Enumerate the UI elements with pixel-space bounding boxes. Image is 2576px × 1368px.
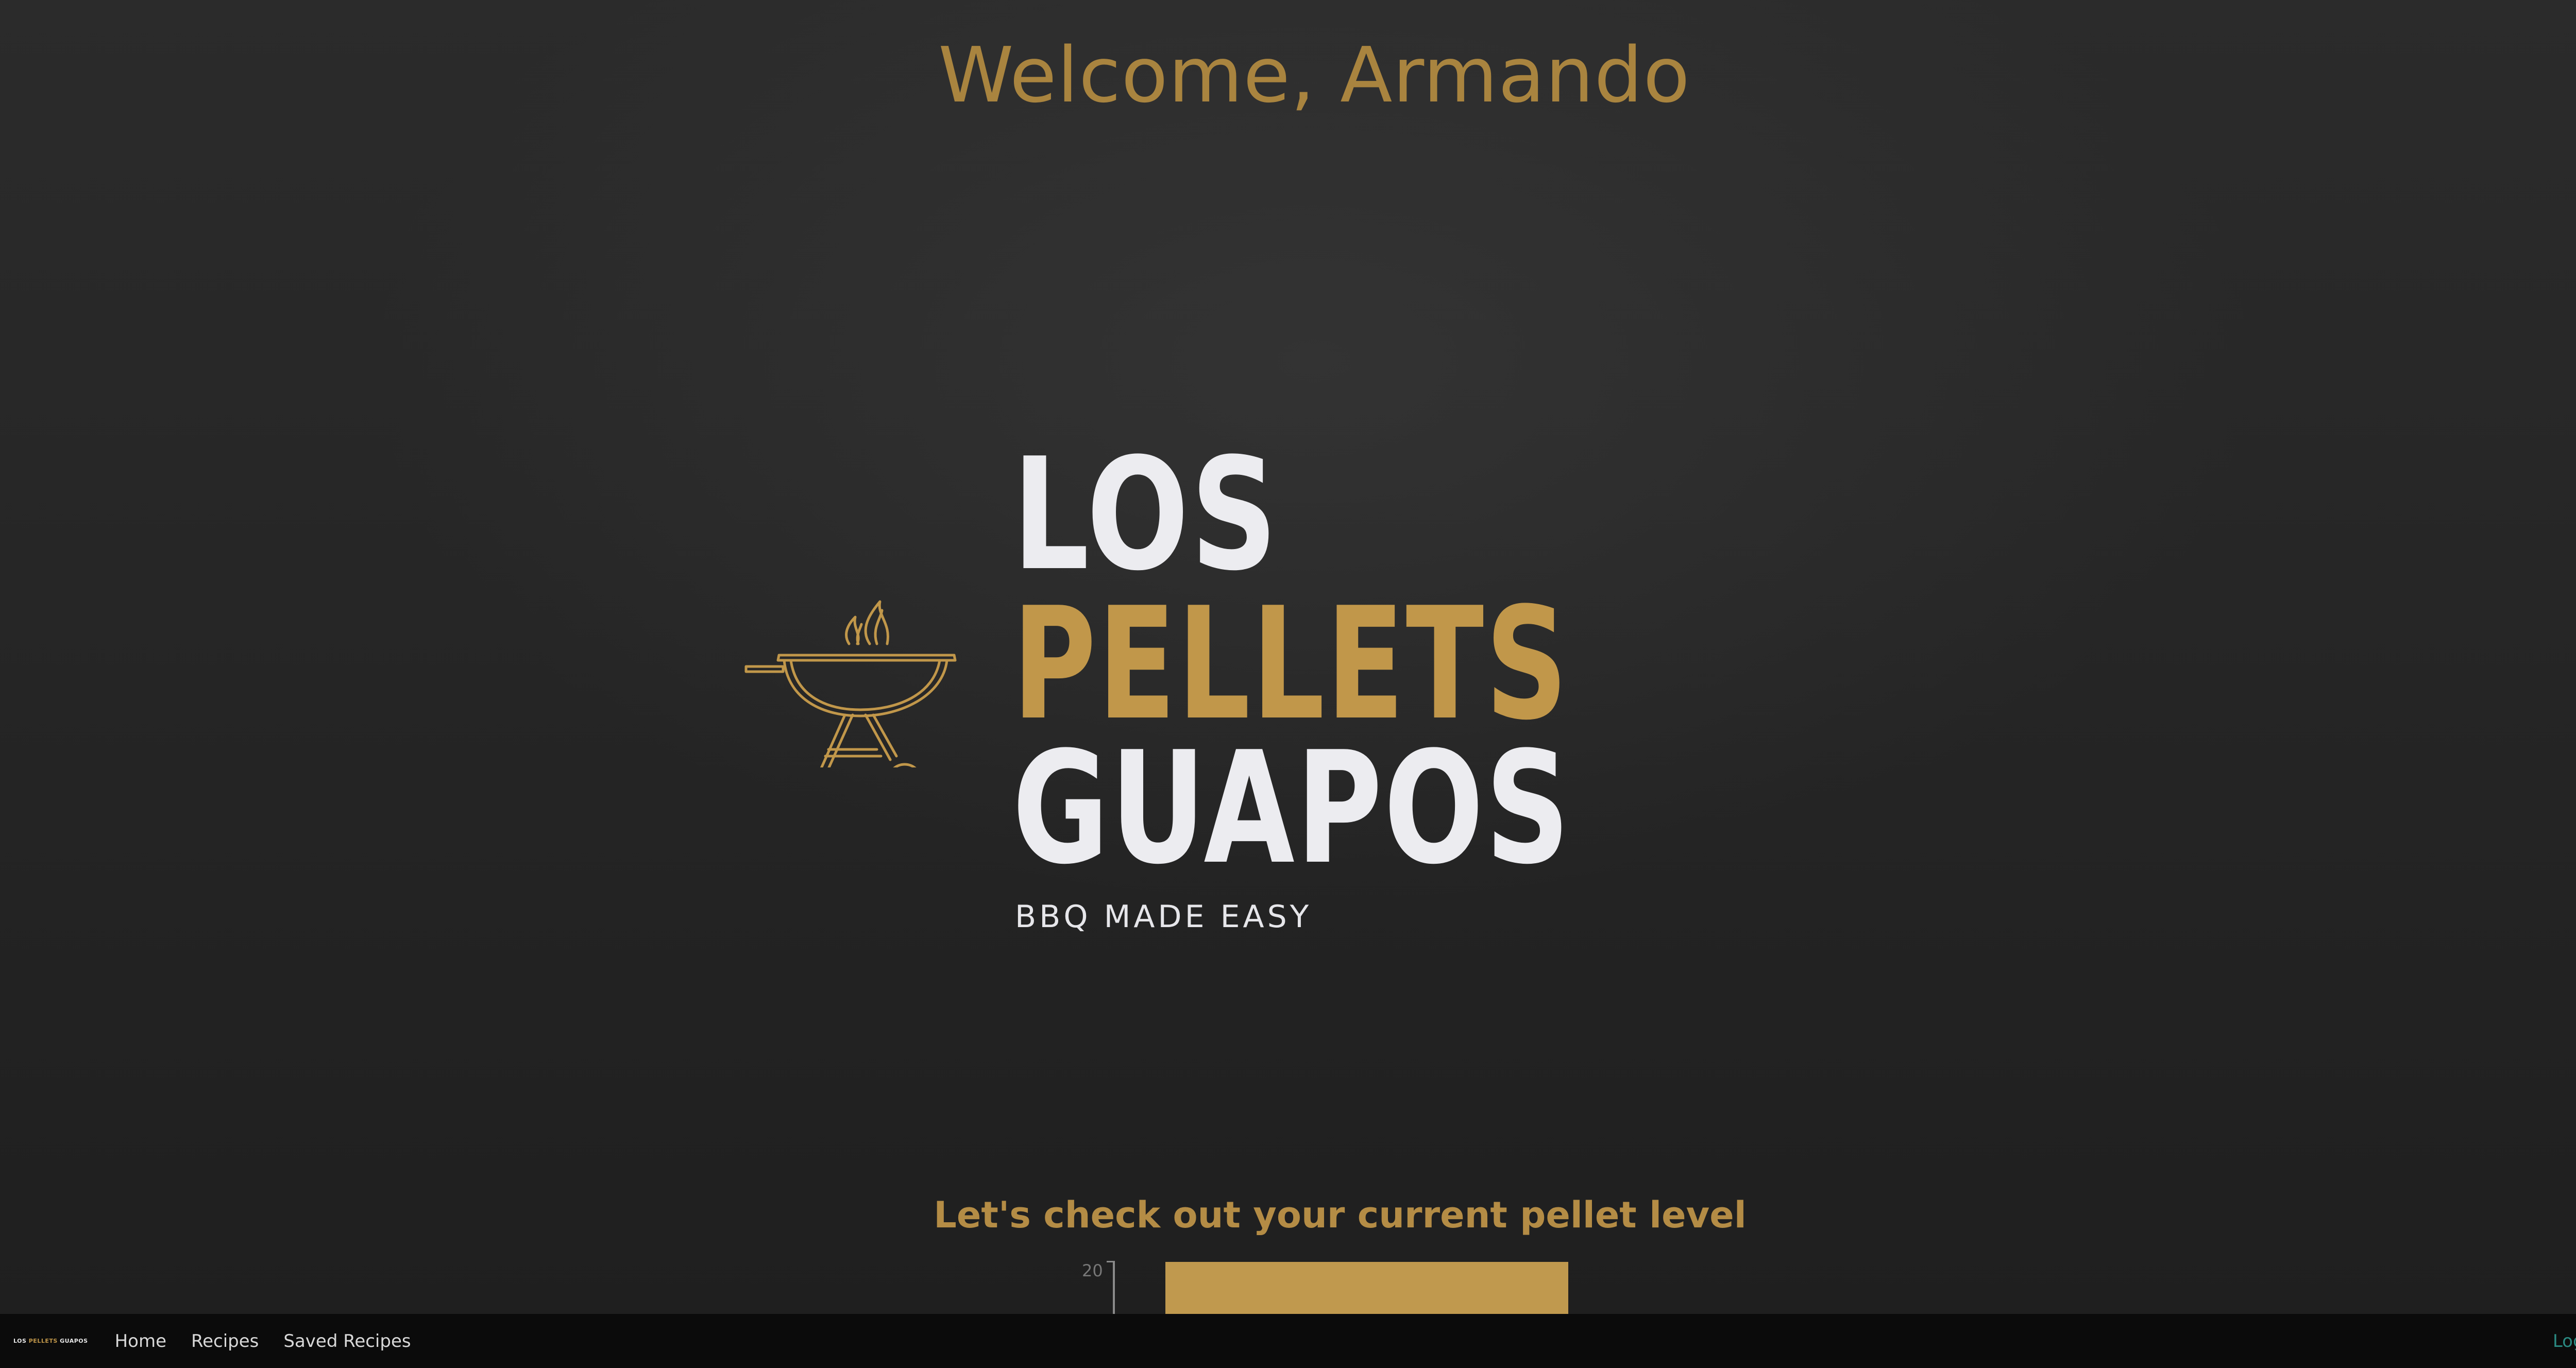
pellet-level-bar [1165,1262,1568,1314]
logo-word-guapos: GUAPOS [1012,719,1572,898]
y-axis-line [1113,1261,1115,1314]
nav-link-home[interactable]: Home [115,1331,166,1352]
main-content: Welcome, Armando LOS PELLETS GUAPOS BBQ … [0,0,2576,1314]
pellet-level-heading: Let's check out your current pellet leve… [934,1194,1747,1236]
nav-link-recipes[interactable]: Recipes [191,1331,259,1352]
logo-tagline: BBQ MADE EASY [1015,899,1312,935]
nav-link-saved-recipes[interactable]: Saved Recipes [283,1331,411,1352]
nav-brand-part-guapos: GUAPOS [60,1338,88,1344]
logo-word-los: LOS [1012,425,1279,605]
y-axis-tick-label: 20 [1082,1261,1103,1280]
logout-link[interactable]: Log Out [2553,1331,2576,1352]
nav-brand-part-los: LOS [13,1338,29,1344]
nav-brand-logo[interactable]: LOS PELLETS GUAPOS [13,1338,88,1344]
pellet-level-chart: 20 [1072,1252,1638,1314]
welcome-heading: Welcome, Armando [938,31,1690,119]
bottom-navbar: LOS PELLETS GUAPOS Home Recipes Saved Re… [0,1314,2576,1368]
nav-brand-part-pellets: PELLETS [28,1338,60,1344]
brand-logo: LOS PELLETS GUAPOS BBQ MADE EASY [742,425,1570,943]
grill-icon [744,600,957,767]
